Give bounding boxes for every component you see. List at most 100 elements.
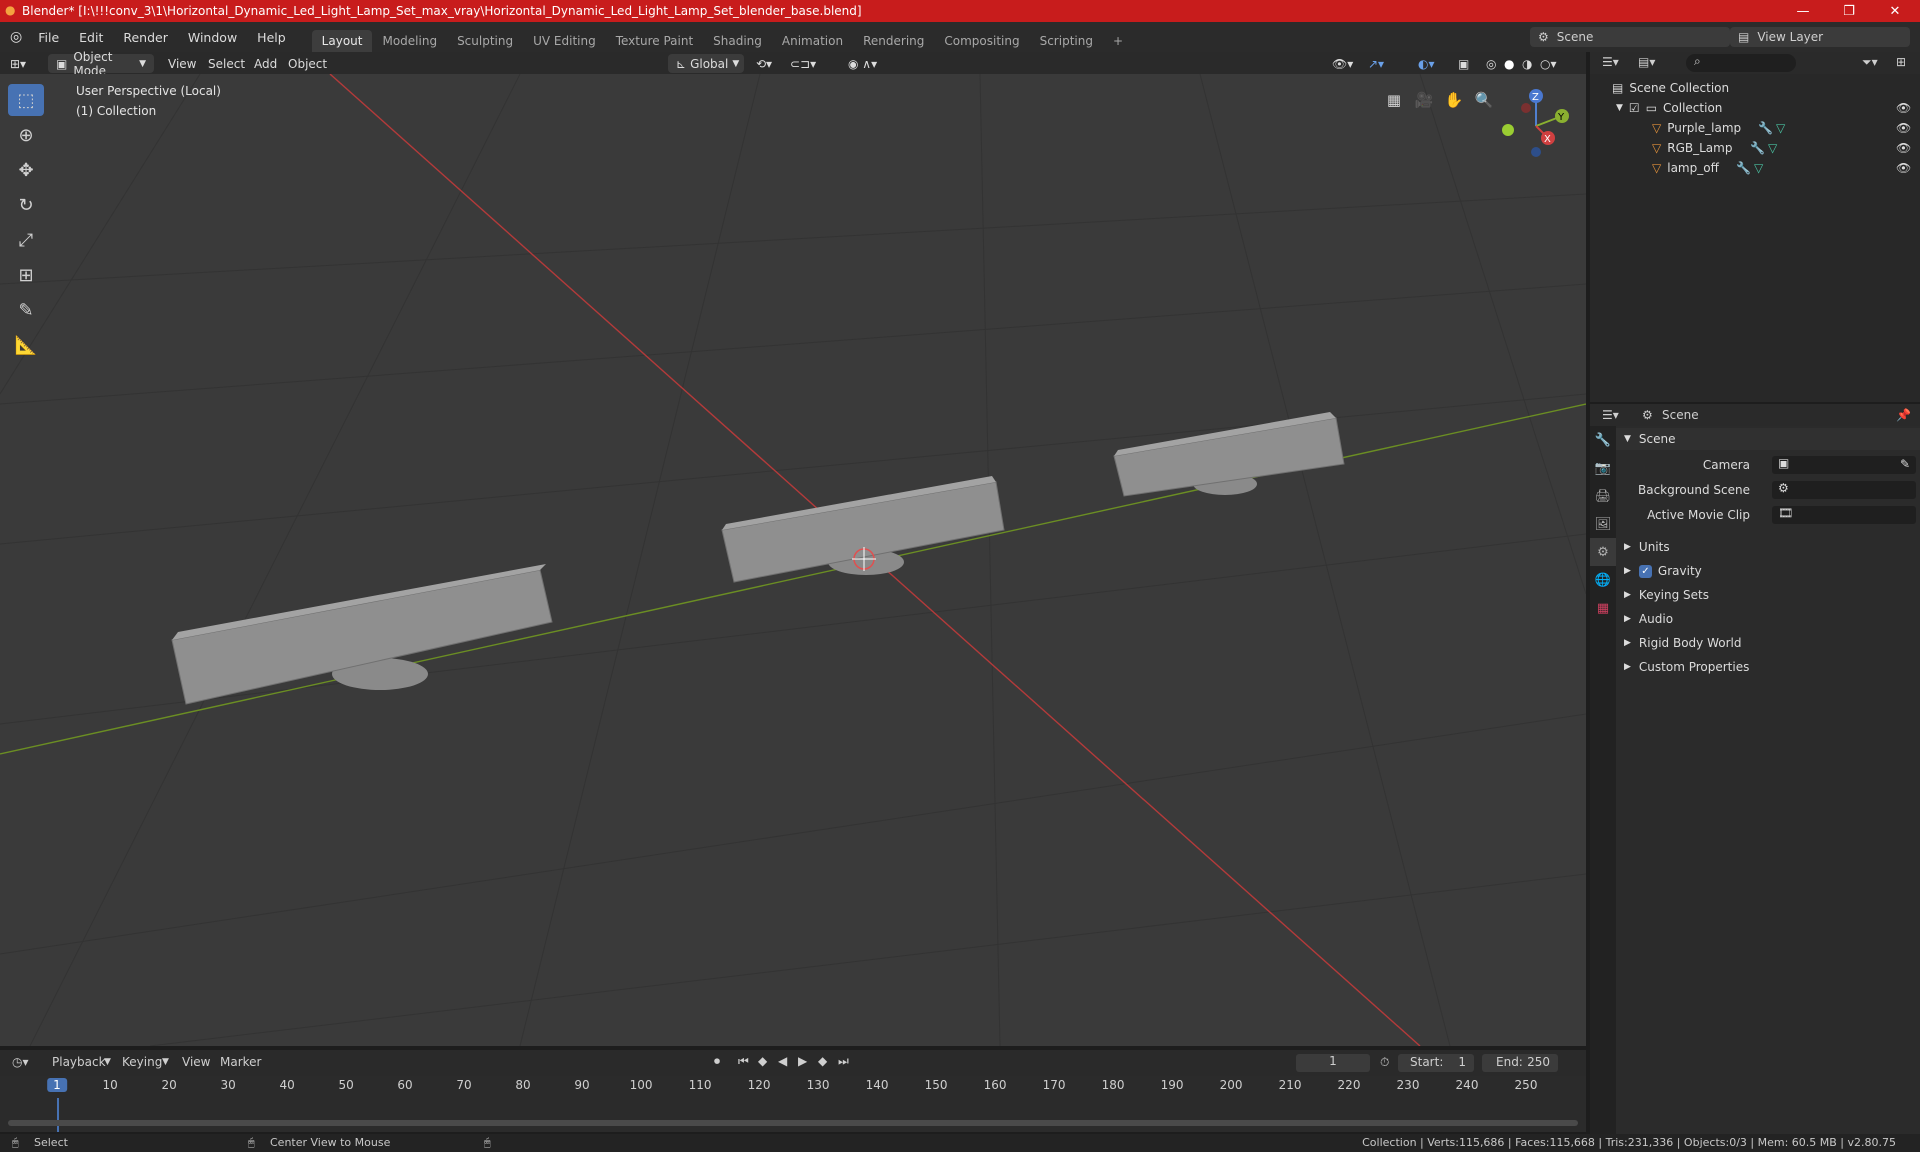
properties-editor-icon[interactable]: ☰▾ — [1602, 408, 1619, 422]
gravity-checkbox[interactable]: ✓ — [1638, 564, 1652, 578]
background-scene-field[interactable]: ⚙ — [1772, 481, 1916, 499]
display-mode-icon[interactable]: ▤▾ — [1638, 55, 1655, 69]
record-icon[interactable]: ⏺ — [714, 1054, 720, 1069]
restore-button[interactable]: ❐ — [1826, 0, 1872, 22]
play-reverse-icon[interactable]: ◀ — [778, 1054, 787, 1068]
lamp-right[interactable] — [1113, 412, 1345, 497]
camera-view-icon[interactable]: 🎥 — [1410, 86, 1438, 114]
timeline-scrollbar[interactable] — [8, 1120, 1578, 1126]
eye-icon[interactable]: 👁 — [1896, 141, 1911, 155]
snap-icon[interactable]: ⊂⊐▾ — [790, 54, 816, 73]
menu-playback[interactable]: Playback — [52, 1055, 106, 1069]
pin-icon[interactable]: 📌 — [1896, 408, 1911, 422]
new-collection-icon[interactable]: ⊞ — [1896, 55, 1906, 69]
start-frame-field[interactable]: Start: 1 — [1398, 1054, 1474, 1072]
outliner-scene-collection[interactable]: ▤ Scene Collection — [1590, 78, 1920, 98]
tab-texture-paint[interactable]: Texture Paint — [606, 30, 703, 52]
scale-tool-icon[interactable]: ⤢ — [8, 224, 44, 256]
panel-rigid-body-world[interactable]: ▶ Rigid Body World — [1616, 632, 1920, 654]
menu-edit[interactable]: Edit — [69, 30, 113, 45]
menu-select[interactable]: Select — [208, 54, 245, 73]
xray-icon[interactable]: ▣ — [1458, 54, 1469, 73]
menu-window[interactable]: Window — [178, 30, 247, 45]
proportional-edit-icon[interactable]: ◉ ∧▾ — [848, 54, 877, 73]
eye-icon[interactable]: 👁 — [1896, 161, 1911, 175]
collection-checkbox-icon[interactable]: ☑ — [1629, 101, 1640, 115]
close-button[interactable]: ✕ — [1872, 0, 1918, 22]
panel-custom-properties[interactable]: ▶ Custom Properties — [1616, 656, 1920, 678]
panel-keying-sets[interactable]: ▶ Keying Sets — [1616, 584, 1920, 606]
output-tab-icon[interactable]: 🖨 — [1590, 482, 1616, 510]
menu-file[interactable]: File — [28, 30, 69, 45]
world-tab-icon[interactable]: 🌐 — [1590, 566, 1616, 594]
editor-type-button[interactable]: ⊞▾ — [10, 54, 40, 73]
current-frame-field[interactable]: 1 — [1296, 1054, 1370, 1072]
menu-view[interactable]: View — [168, 54, 196, 73]
outliner-object-rgb-lamp[interactable]: ▽ RGB_Lamp 🔧 ▽ 👁 — [1590, 138, 1920, 158]
overlay-toggle-icon[interactable]: ◐▾ — [1418, 54, 1435, 73]
outliner-object-purple-lamp[interactable]: ▽ Purple_lamp 🔧 ▽ 👁 — [1590, 118, 1920, 138]
camera-field[interactable]: ▣ ✎ — [1772, 456, 1916, 474]
blender-menu-icon[interactable]: ◎ — [10, 29, 22, 45]
pivot-icon[interactable]: ⟲▾ — [756, 54, 772, 73]
cursor-tool-icon[interactable]: ⊕ — [8, 119, 44, 151]
tab-sculpting[interactable]: Sculpting — [447, 30, 523, 52]
solid-shading-icon[interactable]: ● — [1504, 54, 1514, 73]
lamp-left[interactable] — [171, 564, 553, 705]
outliner-editor-icon[interactable]: ☰▾ — [1602, 55, 1619, 69]
tab-animation[interactable]: Animation — [772, 30, 853, 52]
timeline-editor-icon[interactable]: ◷▾ — [12, 1055, 29, 1069]
material-shading-icon[interactable]: ◑ — [1522, 54, 1532, 73]
tab-uv-editing[interactable]: UV Editing — [523, 30, 606, 52]
rotate-tool-icon[interactable]: ↻ — [8, 189, 44, 221]
tab-scripting[interactable]: Scripting — [1030, 30, 1103, 52]
menu-marker[interactable]: Marker — [220, 1055, 261, 1069]
menu-view[interactable]: View — [182, 1055, 210, 1069]
eye-icon[interactable]: 👁 — [1896, 101, 1911, 115]
eyedropper-icon[interactable]: ✎ — [1900, 457, 1910, 471]
menu-keying[interactable]: Keying — [122, 1055, 162, 1069]
annotate-tool-icon[interactable]: ✎ — [8, 294, 44, 326]
menu-object[interactable]: Object — [288, 54, 327, 73]
gizmo-toggle-icon[interactable]: ↗▾ — [1368, 54, 1384, 73]
add-workspace-button[interactable]: + — [1103, 30, 1133, 52]
texture-tab-icon[interactable]: ▦ — [1590, 594, 1616, 622]
stopwatch-icon[interactable]: ⏱ — [1380, 1055, 1389, 1070]
menu-help[interactable]: Help — [247, 30, 296, 45]
object-mode-dropdown[interactable]: ▣ Object Mode ▼ — [48, 50, 154, 78]
end-frame-field[interactable]: End: 250 — [1482, 1054, 1558, 1072]
outliner-object-lamp-off[interactable]: ▽ lamp_off 🔧 ▽ 👁 — [1590, 158, 1920, 178]
tab-compositing[interactable]: Compositing — [934, 30, 1029, 52]
rendered-shading-icon[interactable]: ○▾ — [1540, 54, 1557, 73]
minimize-button[interactable]: — — [1780, 0, 1826, 22]
visibility-icon[interactable]: 👁▾ — [1332, 54, 1353, 73]
select-box-tool-icon[interactable]: ⬚ — [8, 84, 44, 116]
play-icon[interactable]: ▶ — [798, 1054, 807, 1068]
jump-start-icon[interactable]: ⏮ — [738, 1054, 749, 1069]
scene-section-header[interactable]: ▼ Scene — [1616, 428, 1920, 450]
grid-view-icon[interactable]: ▦ — [1380, 86, 1408, 114]
tab-modeling[interactable]: Modeling — [372, 30, 447, 52]
measure-tool-icon[interactable]: 📐 — [8, 329, 44, 361]
panel-units[interactable]: ▶ Units — [1616, 536, 1920, 558]
zoom-icon[interactable]: 🔍 — [1470, 86, 1498, 114]
prev-keyframe-icon[interactable]: ◆ — [758, 1054, 767, 1068]
playhead[interactable] — [57, 1098, 59, 1132]
outliner-collection[interactable]: ▼ ☑ ▭ Collection 👁 — [1590, 98, 1920, 118]
tab-shading[interactable]: Shading — [703, 30, 772, 52]
menu-add[interactable]: Add — [254, 54, 277, 73]
outliner-search-input[interactable]: ⌕ — [1686, 54, 1796, 72]
scene-selector[interactable]: ⚙ Scene — [1530, 27, 1730, 47]
next-keyframe-icon[interactable]: ◆ — [818, 1054, 827, 1068]
wireframe-shading-icon[interactable]: ◎ — [1486, 54, 1496, 73]
navigation-gizmo[interactable]: Z Y X — [1496, 86, 1576, 166]
transform-tool-icon[interactable]: ⊞ — [8, 259, 44, 291]
scene-tab-icon[interactable]: ⚙ — [1590, 538, 1616, 566]
filter-icon[interactable]: ⏷▾ — [1862, 55, 1878, 70]
lamp-center[interactable] — [721, 476, 1005, 583]
move-tool-icon[interactable]: ✥ — [8, 154, 44, 186]
view-layer-selector[interactable]: ▤ View Layer — [1730, 27, 1910, 47]
panel-gravity[interactable]: ▶ ✓ Gravity — [1616, 560, 1920, 582]
tab-rendering[interactable]: Rendering — [853, 30, 934, 52]
active-movie-clip-field[interactable]: 🎞 — [1772, 506, 1916, 524]
